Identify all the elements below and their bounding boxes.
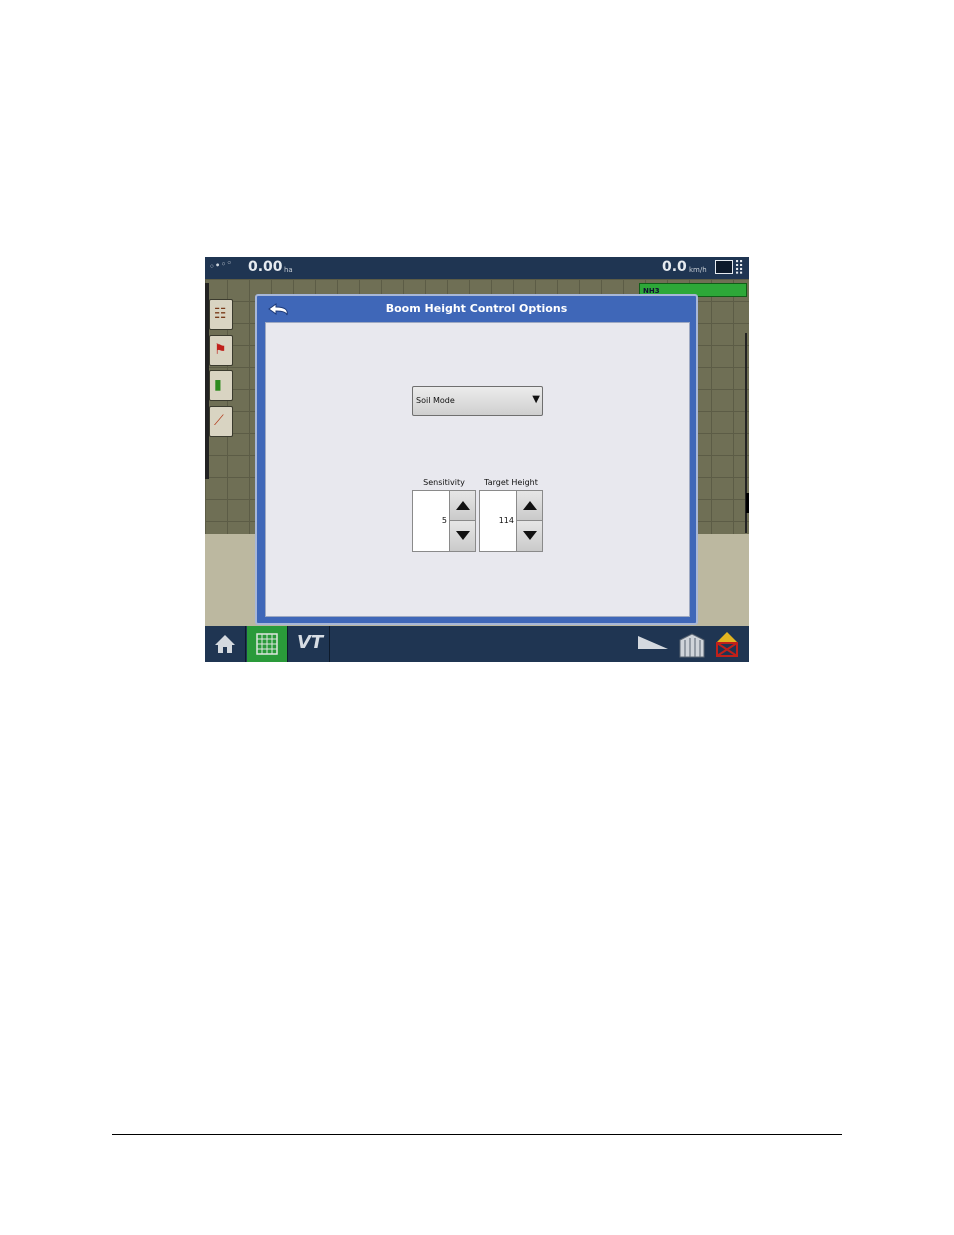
bar-chart-icon: ▮: [214, 377, 222, 393]
layers-legend-tab[interactable]: ☷: [209, 299, 233, 330]
guidance-tab[interactable]: ⟋: [209, 406, 233, 437]
speed-value: 0.0: [662, 259, 687, 275]
vt-label: VT: [297, 632, 324, 653]
map-button[interactable]: [247, 626, 288, 662]
sensitivity-increase-button[interactable]: [449, 491, 475, 521]
sensitivity-value: 5: [441, 516, 447, 525]
display-icon[interactable]: [715, 260, 733, 274]
sensitivity-label: Sensitivity: [423, 478, 465, 487]
arrow-up-icon: [456, 501, 470, 510]
implement-wedge-icon[interactable]: [638, 636, 668, 650]
guidance-icon: ⟋: [214, 413, 224, 429]
mode-select-value: Soil Mode: [416, 396, 455, 405]
arrow-up-icon: [523, 501, 537, 510]
page-footer-rule: [112, 1134, 842, 1135]
product-bins-icon[interactable]: [678, 632, 706, 658]
arrow-down-icon: [523, 531, 537, 540]
sensitivity-value-field[interactable]: 5: [413, 491, 449, 551]
bottom-bar: VT: [205, 626, 749, 662]
dialog-title: Boom Height Control Options: [385, 302, 568, 315]
status-bar: ◦•◦◦ 0.00 ha 0.0 km/h ⣿: [205, 257, 749, 279]
speed-unit: km/h: [689, 266, 707, 274]
target-height-stepper: 114: [479, 490, 543, 552]
target-height-value-field[interactable]: 114: [480, 491, 516, 551]
layers-legend-icon: ☷: [214, 306, 227, 322]
satellite-icon[interactable]: ◦•◦◦: [208, 258, 233, 274]
flag-icon: ⚑: [214, 342, 227, 358]
mode-select[interactable]: Soil Mode ▼: [412, 386, 543, 416]
diagnostics-grid-icon[interactable]: ⣿: [734, 259, 744, 275]
vt-button[interactable]: VT: [289, 626, 330, 662]
area-value: 0.00: [248, 259, 283, 275]
home-button[interactable]: [205, 626, 246, 662]
sensitivity-stepper: 5: [412, 490, 476, 552]
right-marker: [746, 493, 749, 513]
flag-tab[interactable]: ⚑: [209, 335, 233, 366]
dropdown-arrow-icon: ▼: [532, 394, 540, 405]
warning-icon[interactable]: [715, 631, 739, 657]
target-height-increase-button[interactable]: [516, 491, 542, 521]
arrow-down-icon: [456, 531, 470, 540]
dialog-body: Soil Mode ▼ Sensitivity 5 Target Height …: [265, 322, 690, 617]
target-height-decrease-button[interactable]: [516, 521, 542, 551]
boom-height-dialog: Boom Height Control Options Soil Mode ▼ …: [255, 294, 698, 625]
area-unit: ha: [284, 266, 293, 274]
sensitivity-decrease-button[interactable]: [449, 521, 475, 551]
target-height-label: Target Height: [484, 478, 538, 487]
target-height-value: 114: [498, 516, 514, 525]
grid-map-icon: [256, 633, 278, 655]
home-icon: [215, 635, 235, 653]
bar-chart-tab[interactable]: ▮: [209, 370, 233, 401]
